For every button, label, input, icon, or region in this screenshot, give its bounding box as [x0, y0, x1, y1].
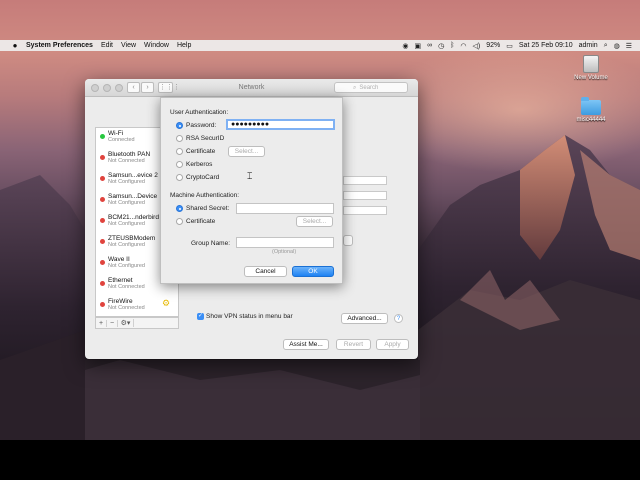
notification-center-icon[interactable]: ☰: [626, 42, 632, 50]
assist-me-button[interactable]: Assist Me...: [283, 339, 329, 350]
apply-button[interactable]: Apply: [376, 339, 409, 350]
machine-certificate-label: Certificate: [186, 218, 216, 225]
record-icon[interactable]: ◉: [402, 42, 408, 50]
desktop-icon-misc[interactable]: misc44444: [566, 97, 616, 123]
spotlight-icon[interactable]: ⌕: [604, 42, 608, 50]
status-dot: [100, 281, 105, 286]
bluetooth-icon[interactable]: ᛒ: [450, 42, 454, 49]
status-dot: [100, 218, 105, 223]
machine-certificate-radio[interactable]: [176, 218, 183, 225]
shared-secret-label: Shared Secret:: [186, 205, 230, 212]
time-machine-icon[interactable]: ◷: [438, 42, 444, 50]
battery-percent[interactable]: 92%: [486, 42, 500, 49]
kerberos-radio[interactable]: [176, 161, 183, 168]
search-input[interactable]: ⌕ Search: [334, 82, 408, 93]
shared-secret-radio[interactable]: [176, 205, 183, 212]
authentication-sheet: User Authentication: Password: ●●●●●●●●●…: [160, 97, 343, 284]
menu-help[interactable]: Help: [177, 42, 191, 49]
folder-icon: [581, 97, 601, 115]
desktop-icon-new-volume[interactable]: New Volume: [566, 55, 616, 81]
status-dot: [100, 134, 105, 139]
battery-icon[interactable]: ▭: [506, 42, 513, 50]
show-vpn-checkbox[interactable]: ✓: [197, 313, 204, 320]
ok-button[interactable]: OK: [292, 266, 334, 277]
certificate-radio[interactable]: [176, 148, 183, 155]
password-radio[interactable]: [176, 122, 183, 129]
menu-bar: ● System Preferences Edit View Window He…: [0, 40, 640, 51]
status-dot: [100, 260, 105, 265]
certificate-label: Certificate: [186, 148, 216, 155]
cancel-button[interactable]: Cancel: [244, 266, 287, 277]
advanced-button[interactable]: Advanced...: [341, 313, 388, 324]
rsa-securid-radio[interactable]: [176, 135, 183, 142]
rsa-securid-label: RSA SecurID: [186, 135, 225, 142]
optional-hint: (Optional): [272, 249, 297, 255]
show-vpn-label: Show VPN status in menu bar: [206, 313, 293, 320]
gear-icon[interactable]: ⚙▾: [118, 319, 134, 327]
clock[interactable]: Sat 25 Feb 09:10: [519, 42, 573, 49]
status-dot: [100, 155, 105, 160]
status-dot: [100, 197, 105, 202]
hard-drive-icon: [583, 55, 599, 73]
firewire-icon: ⚙: [162, 298, 171, 308]
status-dot: [100, 239, 105, 244]
desktop-icon-label: misc44444: [576, 117, 606, 123]
add-service-button[interactable]: +: [96, 319, 107, 327]
menu-view[interactable]: View: [121, 42, 136, 49]
desktop-icon-label: New Volume: [574, 75, 608, 81]
status-dot: [100, 302, 105, 307]
menu-window[interactable]: Window: [144, 42, 169, 49]
letterbox-bar: [0, 440, 640, 480]
password-label: Password:: [186, 122, 217, 129]
kerberos-label: Kerberos: [186, 161, 213, 168]
menu-app-name[interactable]: System Preferences: [26, 42, 93, 49]
user-auth-heading: User Authentication:: [170, 109, 229, 116]
service-status: Not Connected: [108, 284, 145, 290]
cryptocard-radio[interactable]: [176, 174, 183, 181]
window-titlebar: ‹ › ⋮⋮⋮ Network ⌕ Search: [85, 79, 418, 97]
machine-auth-heading: Machine Authentication:: [170, 192, 240, 199]
status-area: ◉ ▣ ∞ ◷ ᛒ ◠ ◁) 92% ▭ Sat 25 Feb 09:10 ad…: [402, 40, 632, 51]
cryptocard-label: CryptoCard: [186, 174, 220, 181]
group-name-field[interactable]: [236, 237, 334, 248]
account-name-field[interactable]: [343, 206, 387, 215]
group-name-label: Group Name:: [191, 240, 231, 247]
configuration-popup[interactable]: [343, 176, 387, 185]
service-list-footer: + − ⚙▾: [95, 317, 179, 329]
status-dot: [100, 176, 105, 181]
sync-icon[interactable]: ∞: [427, 42, 432, 49]
menu-edit[interactable]: Edit: [101, 42, 113, 49]
wifi-icon[interactable]: ◠: [460, 42, 466, 50]
siri-icon[interactable]: ◍: [614, 42, 620, 50]
remove-service-button[interactable]: −: [107, 319, 118, 327]
search-icon: ⌕: [353, 85, 357, 91]
shared-secret-field[interactable]: [236, 203, 334, 214]
select-certificate-button[interactable]: Select...: [228, 146, 265, 157]
mouse-cursor-icon: ⌶: [247, 171, 253, 181]
select-machine-certificate-button[interactable]: Select...: [296, 216, 333, 227]
password-field[interactable]: ●●●●●●●●●: [226, 119, 335, 130]
display-icon[interactable]: ▣: [414, 42, 421, 50]
search-placeholder: Search: [359, 85, 379, 91]
apple-icon[interactable]: ●: [10, 41, 20, 50]
volume-icon[interactable]: ◁): [473, 42, 481, 50]
user-name[interactable]: admin: [579, 42, 598, 49]
server-address-field[interactable]: [343, 191, 387, 200]
authentication-settings-button[interactable]: [343, 235, 353, 246]
help-icon[interactable]: ?: [394, 314, 403, 323]
revert-button[interactable]: Revert: [336, 339, 371, 350]
